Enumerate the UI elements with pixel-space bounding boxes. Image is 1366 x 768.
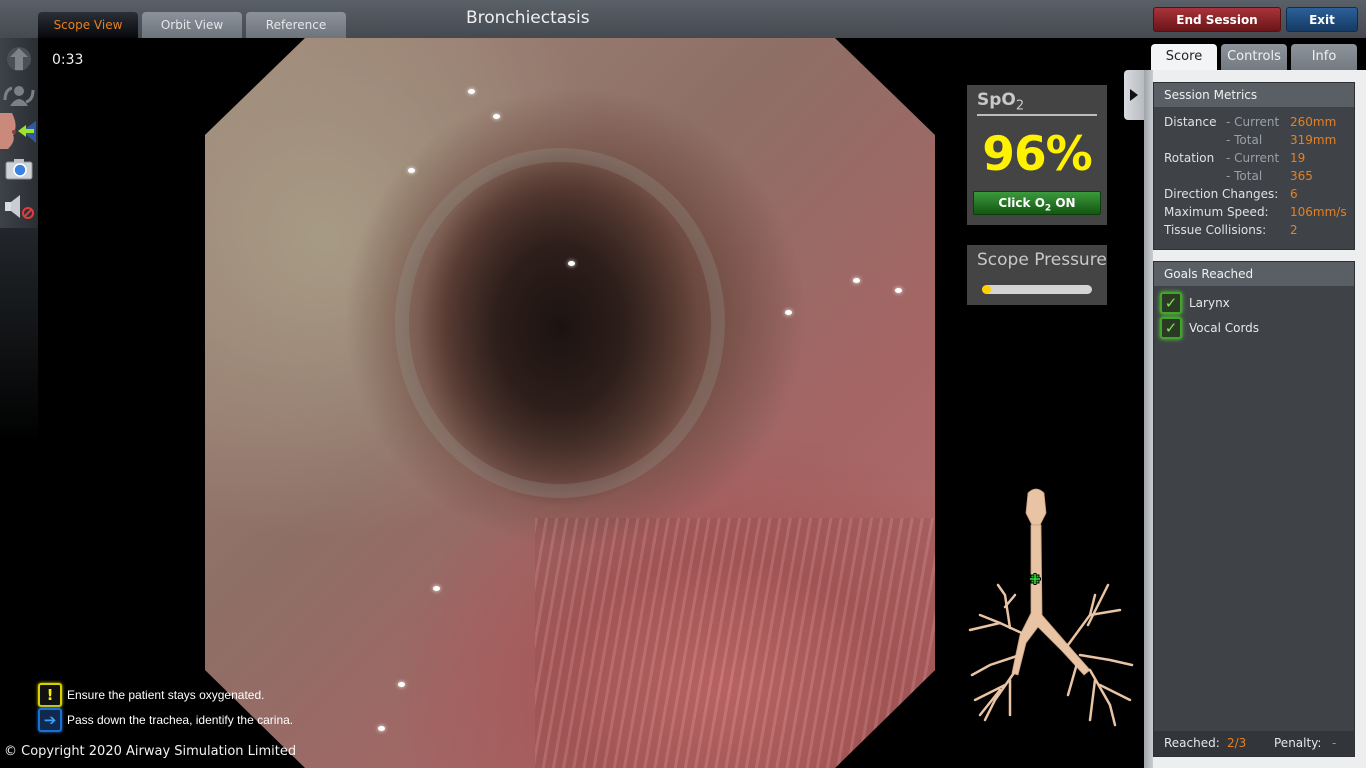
sound-toggle-button[interactable] (0, 188, 38, 226)
triangle-right-icon (1130, 89, 1138, 101)
glint (785, 310, 792, 315)
tab-orbit-view[interactable]: Orbit View (142, 12, 242, 38)
reposition-patient-icon (3, 86, 35, 106)
top-bar: Scope View Orbit View Reference Bronchie… (0, 0, 1366, 38)
metric-row: Distance - Current 260mm (1164, 113, 1354, 131)
metric-sub-label: - Current (1226, 115, 1280, 129)
endoscope-view[interactable] (205, 38, 935, 768)
case-title: Bronchiectasis (466, 8, 590, 28)
arrow-right-icon: ➔ (38, 708, 62, 732)
instruction-oxygen: ! Ensure the patient stays oxygenated. (38, 683, 264, 707)
camera-icon (5, 159, 33, 180)
session-metrics-panel: Session Metrics Distance - Current 260mm - … (1153, 82, 1355, 250)
metric-value: 365 (1290, 169, 1313, 183)
metric-row: Rotation - Current 19 (1164, 149, 1354, 167)
session-timer: 0:33 (52, 52, 84, 68)
warning-icon: ! (38, 683, 62, 707)
glint (433, 586, 440, 591)
metric-name: Distance (1164, 115, 1217, 129)
advance-scope-icon (7, 47, 31, 71)
glint (378, 726, 385, 731)
metric-name: Direction Changes: (1164, 187, 1279, 201)
tab-reference[interactable]: Reference (246, 12, 346, 38)
scope-pressure-fill (982, 285, 991, 294)
penalty-label: Penalty: (1274, 736, 1322, 750)
tool-strip (0, 38, 38, 228)
bronchial-rings (395, 148, 725, 498)
panel-edge (1144, 70, 1153, 768)
spo2-label: SpO2 (977, 90, 1025, 114)
metric-value: 260mm (1290, 115, 1337, 129)
reached-value: 2/3 (1227, 736, 1247, 750)
metric-name: Rotation (1164, 151, 1215, 165)
metric-name: Tissue Collisions: (1164, 223, 1267, 237)
tab-score[interactable]: Score (1151, 44, 1217, 70)
metric-row: - Total 365 (1164, 167, 1354, 185)
scope-pressure-label: Scope Pressure (977, 250, 1107, 270)
metric-sub-label: - Total (1226, 169, 1263, 183)
metric-sub-label: - Total (1226, 133, 1263, 147)
tab-scope-view[interactable]: Scope View (38, 12, 138, 38)
exit-button[interactable]: Exit (1286, 7, 1358, 32)
left-shade (0, 228, 38, 768)
penalty-value: - (1332, 736, 1337, 750)
end-session-button[interactable]: End Session (1153, 7, 1281, 32)
scope-position-marker (1029, 573, 1041, 585)
copyright-notice: © Copyright 2020 Airway Simulation Limit… (4, 744, 297, 759)
metric-row: - Total 319mm (1164, 131, 1354, 149)
glint (398, 682, 405, 687)
oxygen-toggle-button[interactable]: Click O2 ON (973, 191, 1101, 215)
glint (408, 168, 415, 173)
patient-breath-icon (0, 113, 36, 149)
patient-breath-button[interactable] (0, 112, 38, 150)
goal-item-larynx: ✓ Larynx (1160, 292, 1230, 314)
metric-row: Maximum Speed: 106mm/s (1164, 203, 1354, 221)
scope-pressure-gauge (982, 285, 1092, 294)
metric-value: 19 (1290, 151, 1306, 165)
goal-label: Larynx (1189, 296, 1230, 310)
reached-label: Reached: (1164, 736, 1220, 750)
goal-label: Vocal Cords (1189, 321, 1260, 335)
instruction-text: Pass down the trachea, identify the cari… (67, 713, 294, 727)
metric-row: Direction Changes: 6 (1164, 185, 1354, 203)
glint (853, 278, 860, 283)
glint (468, 89, 475, 94)
bronchial-tree-icon (968, 488, 1134, 727)
metric-name: Maximum Speed: (1164, 205, 1269, 219)
divider (977, 114, 1097, 116)
scope-pressure-panel: Scope Pressure (967, 245, 1107, 305)
spo2-panel: SpO2 96% Click O2 ON (967, 85, 1107, 225)
instruction-trachea: ➔ Pass down the trachea, identify the ca… (38, 708, 293, 732)
collapse-panel-button[interactable] (1124, 70, 1144, 120)
instruction-text: Ensure the patient stays oxygenated. (67, 688, 265, 702)
goals-title: Goals Reached (1154, 262, 1354, 286)
camera-button[interactable] (0, 150, 38, 188)
advance-scope-button[interactable] (0, 40, 38, 78)
checkmark-icon: ✓ (1160, 292, 1182, 314)
sound-muted-icon (5, 195, 34, 219)
tab-controls[interactable]: Controls (1221, 44, 1287, 70)
glint (568, 261, 575, 266)
metric-row: Tissue Collisions: 2 (1164, 221, 1354, 239)
metric-value: 2 (1290, 223, 1298, 237)
metric-value: 6 (1290, 187, 1298, 201)
metric-value: 319mm (1290, 133, 1337, 147)
session-metrics-title: Session Metrics (1154, 83, 1354, 107)
airway-map (968, 488, 1134, 727)
spo2-value: 96% (982, 127, 1093, 182)
metric-sub-label: - Current (1226, 151, 1280, 165)
goal-item-vocal-cords: ✓ Vocal Cords (1160, 317, 1259, 339)
goals-footer: Reached: 2/3 Penalty: - (1154, 731, 1354, 756)
tab-info[interactable]: Info (1291, 44, 1357, 70)
mucosal-folds (535, 518, 935, 768)
checkmark-icon: ✓ (1160, 317, 1182, 339)
goals-panel: Goals Reached ✓ Larynx ✓ Vocal Cords Rea… (1153, 261, 1355, 757)
simulator-window: Scope View Orbit View Reference Bronchie… (0, 0, 1366, 768)
glint (493, 114, 500, 119)
reposition-patient-button[interactable] (0, 76, 38, 114)
glint (895, 288, 902, 293)
metric-value: 106mm/s (1290, 205, 1347, 219)
